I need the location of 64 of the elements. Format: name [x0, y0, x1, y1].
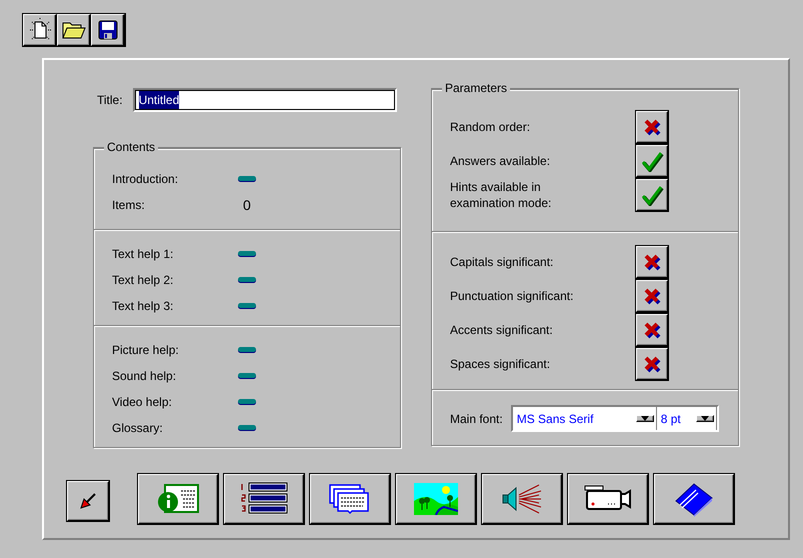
dropdown-field[interactable]: MS Sans Serif — [512, 407, 657, 430]
landscape-icon — [414, 483, 458, 515]
checkmark-icon — [640, 150, 664, 172]
sound-button[interactable] — [482, 474, 562, 524]
new-button[interactable] — [23, 14, 57, 46]
title-label: Title: — [97, 92, 123, 109]
save-button[interactable] — [91, 14, 125, 46]
open-button[interactable] — [57, 14, 91, 46]
status-indicator-icon — [237, 175, 257, 183]
parameter-label: Capitals significant: — [450, 254, 554, 270]
cross-icon — [642, 320, 662, 340]
yes-no-toggle[interactable] — [636, 314, 668, 346]
yes-no-toggle[interactable] — [636, 280, 668, 312]
content-label: Text help 2: — [112, 272, 174, 289]
cross-icon — [642, 354, 662, 374]
yes-no-toggle[interactable] — [636, 246, 668, 278]
content-label: Text help 3: — [112, 298, 174, 315]
video-button[interactable] — [568, 474, 648, 524]
content-label: Picture help: — [112, 342, 180, 359]
content-label: Glossary: — [112, 420, 164, 437]
stacked-cards-icon — [328, 483, 372, 515]
parameter-label: Punctuation significant: — [450, 288, 574, 304]
yes-no-toggle[interactable] — [636, 348, 668, 380]
title-field[interactable]: Untitled — [132, 88, 397, 112]
status-indicator-icon — [237, 276, 257, 284]
font-family-value: MS Sans Serif — [516, 410, 594, 428]
pointer-button[interactable] — [67, 481, 109, 521]
parameter-label: Hints available in examination mode: — [450, 179, 552, 211]
cross-icon — [642, 252, 662, 272]
status-indicator-icon — [237, 250, 257, 258]
parameter-label: Accents significant: — [450, 322, 554, 338]
font-size-value: 8 pt — [660, 410, 681, 428]
cards-button[interactable] — [310, 474, 390, 524]
list-button[interactable] — [224, 474, 304, 524]
yes-no-toggle[interactable] — [636, 111, 668, 143]
status-indicator-icon — [237, 346, 257, 354]
content-label: Video help: — [112, 394, 173, 411]
status-indicator-icon — [237, 424, 257, 432]
picture-button[interactable] — [396, 474, 476, 524]
pointer-arrow-icon — [78, 491, 98, 511]
cross-icon — [642, 117, 662, 137]
parameter-label: Answers available: — [450, 153, 552, 169]
parameter-label: Random order: — [450, 119, 532, 135]
dropdown-field[interactable]: 8 pt — [656, 407, 717, 430]
content-label: Text help 1: — [112, 246, 174, 263]
content-label: Sound help: — [112, 368, 178, 385]
checkmark-icon — [640, 184, 664, 206]
glossary-button[interactable] — [654, 474, 734, 524]
content-label: Introduction: — [112, 171, 180, 188]
group-legend: Parameters — [442, 81, 510, 95]
status-indicator-icon — [237, 372, 257, 380]
speaker-icon — [500, 482, 544, 516]
info-card-icon — [155, 482, 201, 516]
status-indicator-icon — [237, 302, 257, 310]
item-count: 0 — [243, 196, 251, 214]
status-indicator-icon — [237, 398, 257, 406]
yes-no-toggle[interactable] — [636, 179, 668, 211]
info-button[interactable] — [138, 474, 218, 524]
group-legend: Contents — [104, 140, 158, 154]
content-label: Items: — [112, 197, 146, 214]
cross-icon — [642, 286, 662, 306]
yes-no-toggle[interactable] — [636, 145, 668, 177]
font-label: Main font: — [450, 410, 503, 428]
parameter-label: Spaces significant: — [450, 356, 552, 372]
